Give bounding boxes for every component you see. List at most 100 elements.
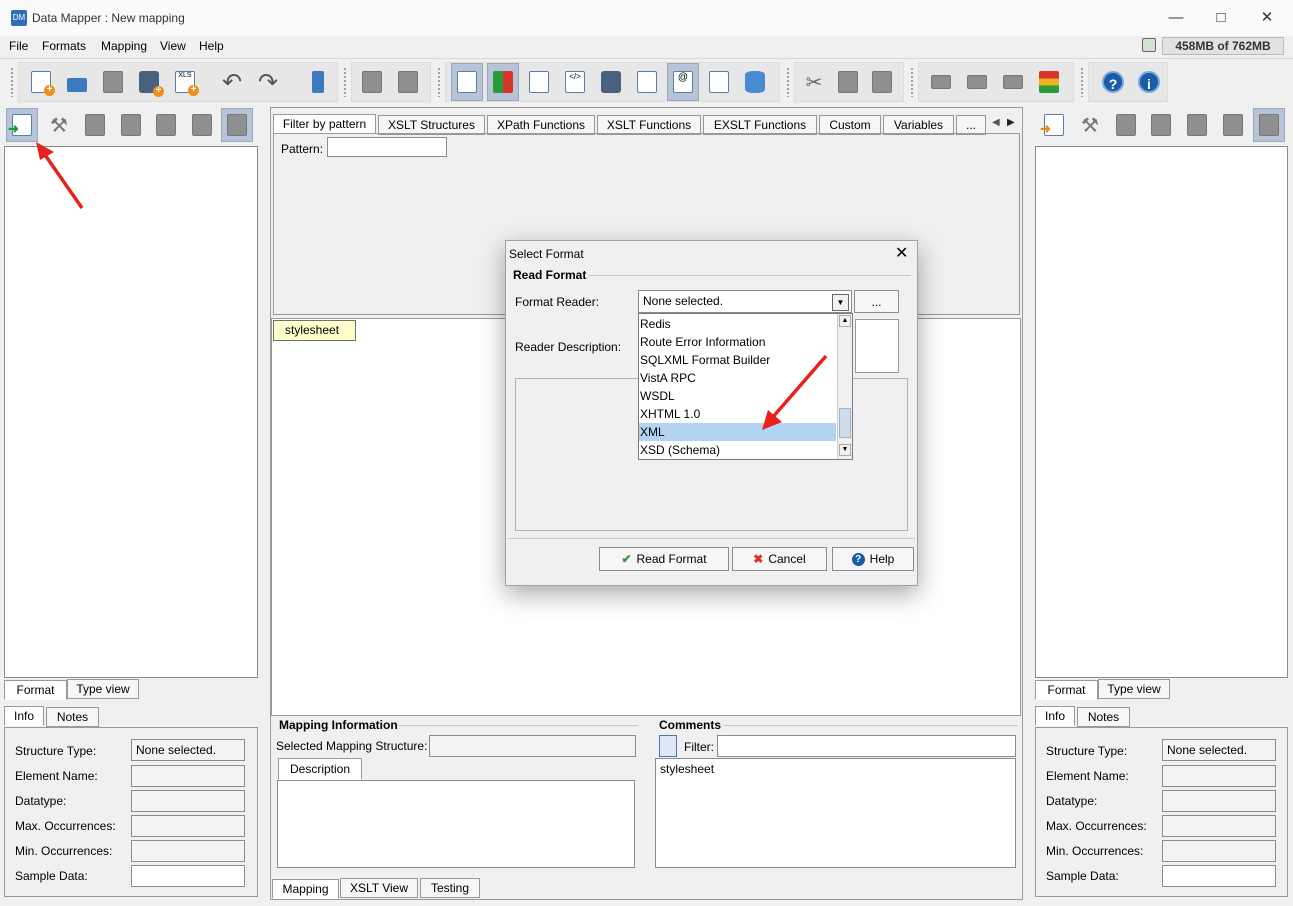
- undo-button[interactable]: ↶: [216, 63, 248, 101]
- menu-view[interactable]: View: [160, 39, 186, 53]
- help-toolbar-button[interactable]: ?: [1097, 63, 1129, 101]
- tab-filter-by-pattern[interactable]: Filter by pattern: [273, 114, 376, 134]
- left-structure-tree[interactable]: [4, 146, 258, 678]
- description-textarea[interactable]: [277, 780, 635, 868]
- scroll-down-icon[interactable]: ▼: [839, 444, 851, 456]
- maximize-button[interactable]: □: [1208, 6, 1234, 30]
- database-save-button[interactable]: [595, 63, 627, 101]
- dialog-close-icon[interactable]: ✕: [895, 243, 908, 263]
- save-button[interactable]: [97, 63, 129, 101]
- open-button[interactable]: [61, 63, 93, 101]
- right-tool-1[interactable]: [1110, 108, 1142, 142]
- toolbar-grip[interactable]: [786, 67, 790, 97]
- tab-scroll-right-icon[interactable]: ▶: [1007, 117, 1015, 128]
- tab-notes-right[interactable]: Notes: [1077, 707, 1130, 727]
- align-center-button[interactable]: [961, 63, 993, 101]
- menu-file[interactable]: File: [9, 39, 28, 53]
- option-xhtml[interactable]: XHTML 1.0: [639, 405, 836, 423]
- option-sqlxml-format-builder[interactable]: SQLXML Format Builder: [639, 351, 836, 369]
- comments-list[interactable]: stylesheet: [655, 758, 1016, 868]
- garbage-collect-icon[interactable]: [1142, 38, 1156, 52]
- right-structure-tree[interactable]: [1035, 146, 1288, 678]
- tab-exslt-functions[interactable]: EXSLT Functions: [703, 115, 817, 135]
- structure-tool-4[interactable]: [186, 108, 218, 142]
- copy-button[interactable]: [832, 63, 864, 101]
- tab-notes-left[interactable]: Notes: [46, 707, 99, 727]
- tab-xpath-functions[interactable]: XPath Functions: [487, 115, 595, 135]
- color-grid-button[interactable]: [487, 63, 519, 101]
- toolbar-grip[interactable]: [1080, 67, 1084, 97]
- dropdown-arrow-icon[interactable]: ▼: [832, 294, 849, 311]
- tab-scroll-left-icon[interactable]: ◀: [992, 117, 1000, 128]
- database-button[interactable]: [739, 63, 771, 101]
- option-vista-rpc[interactable]: VistA RPC: [639, 369, 836, 387]
- find-tool-button-right[interactable]: ⚒: [1074, 108, 1106, 142]
- structure-button[interactable]: [356, 63, 388, 101]
- option-xml[interactable]: XML: [639, 423, 836, 441]
- tab-description[interactable]: Description: [278, 758, 362, 780]
- scrollbar-thumb[interactable]: [839, 408, 851, 438]
- stylesheet-node[interactable]: stylesheet: [273, 320, 356, 341]
- tab-xslt-structures[interactable]: XSLT Structures: [378, 115, 485, 135]
- tab-format-left[interactable]: Format: [4, 680, 67, 700]
- layers-button[interactable]: [1033, 63, 1065, 101]
- cut-button[interactable]: ✂: [798, 63, 830, 101]
- export-format-button[interactable]: ➜: [1038, 108, 1070, 142]
- right-tool-4[interactable]: [1217, 108, 1249, 142]
- option-redis[interactable]: Redis: [639, 315, 836, 333]
- right-tool-2[interactable]: [1145, 108, 1177, 142]
- structure-tool-1[interactable]: [79, 108, 111, 142]
- tab-type-view-right[interactable]: Type view: [1098, 679, 1170, 699]
- import-format-button[interactable]: ➜: [6, 108, 38, 142]
- help-button[interactable]: ? Help: [832, 547, 914, 571]
- menu-formats[interactable]: Formats: [42, 39, 86, 53]
- option-route-error-information[interactable]: Route Error Information: [639, 333, 836, 351]
- tab-mapping[interactable]: Mapping: [272, 879, 339, 899]
- tab-type-view-left[interactable]: Type view: [67, 679, 139, 699]
- toolbar-grip[interactable]: [437, 67, 441, 97]
- list-button[interactable]: [523, 63, 555, 101]
- tab-format-right[interactable]: Format: [1035, 680, 1098, 700]
- sample-data-field[interactable]: [1162, 865, 1276, 887]
- info-view-button[interactable]: [451, 63, 483, 101]
- format-reader-dropdown[interactable]: Redis Route Error Information SQLXML For…: [638, 313, 853, 460]
- table-button[interactable]: [703, 63, 735, 101]
- move-left-button[interactable]: [925, 63, 957, 101]
- close-button[interactable]: ✕: [1254, 6, 1280, 30]
- read-format-button[interactable]: ✔ Read Format: [599, 547, 729, 571]
- report-button[interactable]: [631, 63, 663, 101]
- menu-help[interactable]: Help: [199, 39, 224, 53]
- about-button[interactable]: i: [1133, 63, 1165, 101]
- tab-xslt-functions[interactable]: XSLT Functions: [597, 115, 701, 135]
- scroll-up-icon[interactable]: ▲: [839, 315, 851, 327]
- paste-button[interactable]: [866, 63, 898, 101]
- right-tool-5[interactable]: [1253, 108, 1285, 142]
- toolbar-grip[interactable]: [910, 67, 914, 97]
- tab-custom[interactable]: Custom: [819, 115, 881, 135]
- move-right-button[interactable]: [997, 63, 1029, 101]
- xslt-button[interactable]: </>: [559, 63, 591, 101]
- toolbar-grip[interactable]: [343, 67, 347, 97]
- format-reader-select[interactable]: None selected.: [638, 290, 852, 313]
- sample-data-field[interactable]: [131, 865, 245, 887]
- save-as-button[interactable]: +: [133, 63, 165, 101]
- tab-info-left[interactable]: Info: [4, 706, 44, 726]
- new-format-button[interactable]: +: [25, 63, 57, 101]
- menu-mapping[interactable]: Mapping: [101, 39, 147, 53]
- right-tool-3[interactable]: [1181, 108, 1213, 142]
- tab-more[interactable]: ...: [956, 115, 986, 135]
- comments-filter-input[interactable]: [717, 735, 1016, 757]
- tab-testing[interactable]: Testing: [420, 878, 480, 898]
- redo-button[interactable]: ↷: [252, 63, 284, 101]
- structure-tool-3[interactable]: [150, 108, 182, 142]
- minimize-button[interactable]: —: [1163, 6, 1189, 30]
- dropdown-scrollbar[interactable]: ▲ ▼: [837, 314, 852, 459]
- option-wsdl[interactable]: WSDL: [639, 387, 836, 405]
- tab-xslt-view[interactable]: XSLT View: [340, 878, 418, 898]
- tab-variables[interactable]: Variables: [883, 115, 954, 135]
- cancel-button[interactable]: ✖ Cancel: [732, 547, 827, 571]
- tab-info-right[interactable]: Info: [1035, 706, 1075, 726]
- export-xls-button[interactable]: XLS +: [169, 63, 201, 101]
- web-button[interactable]: @: [667, 63, 699, 101]
- find-tool-button[interactable]: ⚒: [43, 108, 75, 142]
